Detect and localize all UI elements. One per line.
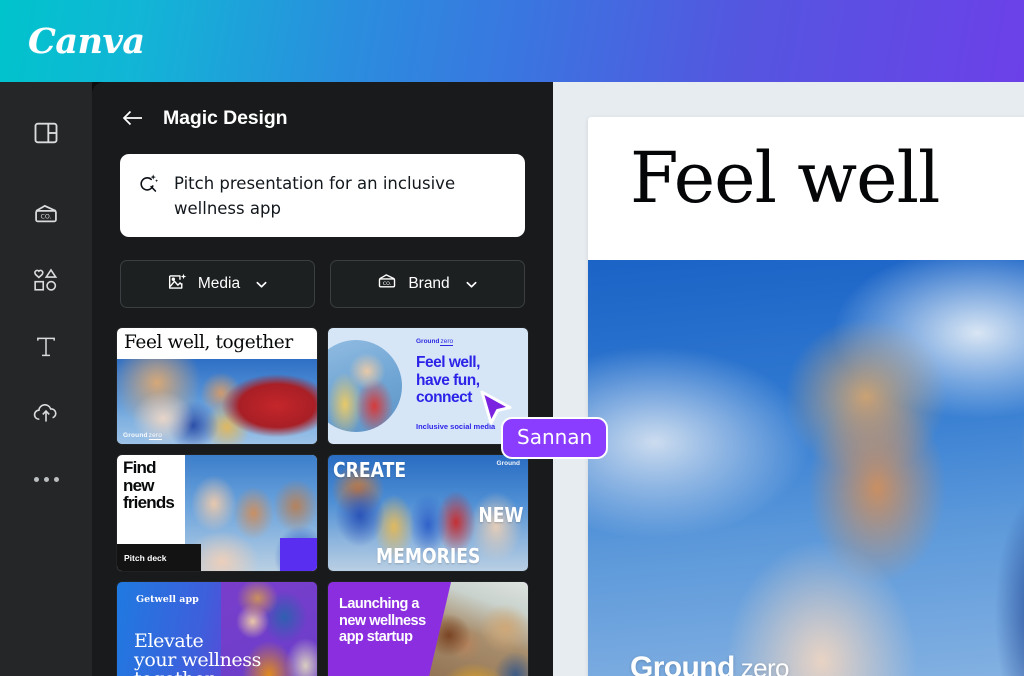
template-tag: Pitch deck (117, 544, 201, 571)
template-title: MEMORIES (376, 544, 481, 568)
template-title: CREATE (333, 458, 407, 482)
media-filter-button[interactable]: Media (120, 260, 315, 308)
magic-search-icon (136, 172, 160, 201)
canvas-area[interactable]: Feel well Ground zero (553, 82, 1024, 676)
template-card[interactable]: Find new friends Pitch deck (117, 455, 317, 571)
template-card[interactable]: Ground CREATE NEW MEMORIES (328, 455, 528, 571)
document-logo[interactable]: Ground zero (630, 651, 790, 676)
template-card[interactable]: Getwell app Elevate your wellness togeth… (117, 582, 317, 676)
canva-logo[interactable]: Canva (28, 21, 145, 62)
sidebar-item-design-panel[interactable] (10, 100, 82, 166)
template-title: Feel well, have fun, connect (416, 354, 480, 407)
design-document[interactable]: Feel well Ground zero (588, 117, 1024, 676)
document-headline[interactable]: Feel well (630, 137, 940, 219)
sidebar-item-text[interactable] (10, 314, 82, 380)
template-title: Launching a new wellness app startup (339, 596, 426, 646)
svg-text:CO.: CO. (383, 280, 391, 286)
title-line: Feel well, (416, 354, 480, 371)
template-logo: Groundzero (416, 338, 454, 346)
accent-square (280, 538, 317, 571)
template-title: Elevate your wellness together (134, 632, 261, 676)
left-rail: CO. (0, 82, 92, 676)
chevron-down-icon (464, 277, 479, 292)
logo-main: Ground (630, 651, 735, 676)
svg-text:CO.: CO. (40, 214, 51, 221)
title-line: Launching a (339, 596, 419, 612)
title-line: app startup (339, 629, 413, 645)
logo-main: Ground (123, 432, 148, 439)
document-photo[interactable] (588, 260, 1024, 676)
template-results-grid: Feel well, together Groundzero Groundzer… (117, 328, 528, 676)
top-bar: Canva (0, 0, 1024, 82)
template-photo (328, 340, 402, 432)
sidebar-item-elements[interactable] (10, 248, 82, 314)
title-line: Find (123, 458, 156, 477)
title-line: new (123, 475, 154, 495)
text-t-icon (32, 333, 60, 361)
template-logo: Groundzero (123, 432, 163, 440)
template-title: NEW (477, 503, 523, 527)
template-brand: Getwell app (136, 594, 199, 605)
logo-sub: zero (741, 653, 790, 676)
chevron-down-icon (254, 277, 269, 292)
sidebar-item-apps-more[interactable] (10, 446, 82, 512)
title-line: new wellness (339, 612, 426, 629)
layout-panel-icon (32, 119, 60, 147)
brand-filter-button[interactable]: CO. Brand (330, 260, 525, 308)
panel-header: Magic Design (92, 82, 553, 154)
brand-card-icon: CO. (376, 271, 398, 298)
filter-buttons: Media CO. Brand (120, 260, 525, 308)
media-filter-label: Media (197, 275, 241, 292)
template-photo (424, 582, 528, 676)
sidebar-item-uploads[interactable] (10, 380, 82, 446)
sidebar-item-brand-kit[interactable]: CO. (10, 182, 82, 248)
search-query-text: Pitch presentation for an inclusive well… (174, 174, 456, 218)
canva-editor: Canva CO. Magic Design Pitch presentatio… (0, 0, 1024, 676)
brand-card-icon: CO. (32, 201, 60, 229)
logo-sub: zero (440, 338, 454, 346)
magic-design-search-input[interactable]: Pitch presentation for an inclusive well… (120, 154, 525, 237)
shapes-icon (31, 266, 61, 296)
panel-title: Magic Design (163, 106, 288, 129)
template-title: Feel well, together (124, 332, 293, 353)
template-logo: Ground (496, 460, 520, 467)
magic-design-panel: Magic Design Pitch presentation for an i… (92, 82, 553, 676)
title-line: friends (123, 493, 175, 512)
back-button[interactable] (120, 105, 146, 131)
template-card[interactable]: Launching a new wellness app startup Pit… (328, 582, 528, 676)
collaborator-name-label: Sannan (501, 417, 609, 459)
logo-sub: zero (148, 432, 163, 440)
media-sparkle-icon (166, 271, 188, 298)
template-title: Find new friends (123, 458, 175, 512)
logo-main: Ground (416, 338, 440, 345)
title-line: connect (416, 389, 472, 406)
template-card[interactable]: Feel well, together Groundzero (117, 328, 317, 444)
brand-filter-label: Brand (408, 275, 450, 292)
title-line: have fun, (416, 371, 480, 389)
cloud-upload-icon (31, 398, 61, 428)
three-dots-icon (33, 476, 59, 482)
